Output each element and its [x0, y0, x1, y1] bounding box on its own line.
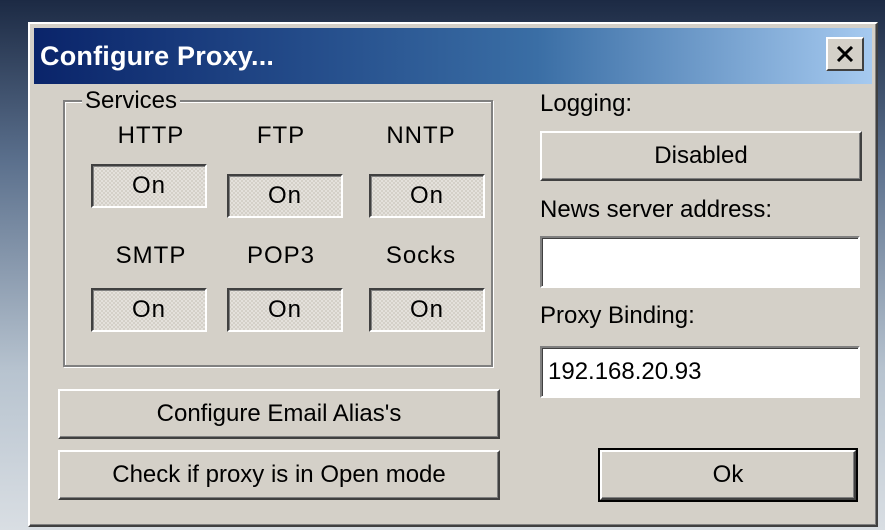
news-server-label: News server address:	[540, 196, 773, 223]
logging-toggle-button[interactable]: Disabled	[540, 131, 862, 181]
service-label-ftp: FTP	[256, 122, 306, 149]
configure-proxy-dialog: Configure Proxy... Services HTTP FTP NNT…	[28, 22, 878, 527]
desktop-background: Configure Proxy... Services HTTP FTP NNT…	[0, 0, 885, 530]
dialog-title: Configure Proxy...	[40, 40, 275, 71]
service-toggle-http[interactable]: On	[91, 164, 207, 208]
service-toggle-smtp[interactable]: On	[91, 288, 207, 332]
close-icon	[836, 46, 854, 62]
service-label-smtp: SMTP	[115, 242, 187, 269]
service-label-socks: Socks	[385, 242, 457, 269]
logging-label: Logging:	[540, 90, 633, 117]
service-toggle-socks[interactable]: On	[369, 288, 485, 332]
service-toggle-nntp[interactable]: On	[369, 174, 485, 218]
services-groupbox: Services HTTP FTP NNTP On On On SMTP POP…	[63, 86, 493, 367]
services-group-label: Services	[82, 86, 181, 116]
service-toggle-pop3[interactable]: On	[227, 288, 343, 332]
check-open-mode-button[interactable]: Check if proxy is in Open mode	[58, 450, 500, 500]
configure-email-alias-button[interactable]: Configure Email Alias's	[58, 389, 500, 439]
title-bar[interactable]: Configure Proxy...	[34, 28, 872, 84]
service-label-nntp: NNTP	[386, 122, 456, 149]
service-toggle-ftp[interactable]: On	[227, 174, 343, 218]
proxy-binding-input[interactable]	[540, 346, 860, 398]
service-label-pop3: POP3	[246, 242, 316, 269]
close-button[interactable]	[826, 37, 864, 71]
proxy-binding-label: Proxy Binding:	[540, 302, 695, 329]
news-server-input[interactable]	[540, 236, 860, 288]
ok-button[interactable]: Ok	[598, 448, 858, 502]
service-label-http: HTTP	[117, 122, 185, 149]
